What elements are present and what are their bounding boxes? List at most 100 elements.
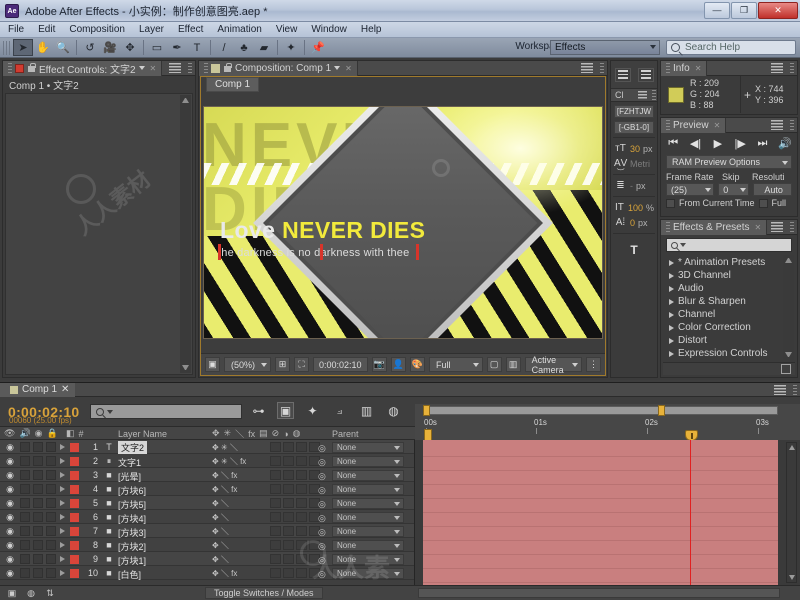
- panel-resize-grip[interactable]: [188, 63, 192, 74]
- font-size-row[interactable]: ᴛT 30 px: [611, 141, 657, 156]
- audio-toggle[interactable]: [20, 568, 30, 578]
- close-icon[interactable]: ✕: [714, 121, 721, 130]
- brush-tool-icon[interactable]: /: [214, 39, 234, 56]
- lock-toggle[interactable]: [46, 540, 56, 550]
- menu-file[interactable]: File: [8, 24, 24, 35]
- panel-resize-grip[interactable]: [790, 63, 794, 74]
- layer-label-color[interactable]: [70, 541, 79, 550]
- new-folder-icon[interactable]: [781, 364, 791, 374]
- faux-bold-icon[interactable]: T: [611, 237, 657, 263]
- info-tab[interactable]: Info ✕: [661, 60, 708, 76]
- parent-pickwhip-icon[interactable]: ◎: [318, 471, 326, 482]
- parent-select[interactable]: None: [332, 442, 404, 453]
- chevron-right-icon[interactable]: [60, 486, 65, 492]
- layer-bar[interactable]: [423, 443, 778, 457]
- panel-menu-icon[interactable]: [581, 63, 593, 73]
- scroll-up-icon[interactable]: [182, 97, 189, 103]
- puppet-pin-tool-icon[interactable]: 📌: [308, 39, 328, 56]
- chevron-right-icon[interactable]: [60, 458, 65, 464]
- panel-resize-grip[interactable]: [600, 63, 604, 74]
- layer-bar[interactable]: [423, 457, 778, 471]
- layer-label-color[interactable]: [70, 569, 79, 578]
- layer-switch-cells[interactable]: [270, 484, 320, 494]
- parent-pickwhip-icon[interactable]: ◎: [318, 499, 326, 510]
- brainstorm-icon[interactable]: ◍: [385, 402, 402, 419]
- frame-rate-select[interactable]: (25): [666, 183, 715, 196]
- parent-select[interactable]: None: [332, 512, 404, 523]
- layer-bar[interactable]: [423, 569, 778, 583]
- audio-toggle[interactable]: [20, 554, 30, 564]
- table-row[interactable]: ◉ 6 ■ [方块4] ✥ ＼ ◎ None: [0, 510, 414, 524]
- motion-blur-icon[interactable]: ▥: [358, 402, 375, 419]
- snapshot-button[interactable]: 📷: [371, 357, 387, 372]
- parent-select[interactable]: None: [332, 470, 404, 481]
- layer-switch-cells[interactable]: [270, 456, 320, 466]
- layer-switches[interactable]: ✥ ＼: [212, 554, 229, 565]
- channel-select-button[interactable]: 🎨: [409, 357, 425, 372]
- skip-select[interactable]: 0: [718, 183, 750, 196]
- eye-icon[interactable]: ◉: [5, 442, 15, 452]
- lock-toggle[interactable]: [46, 456, 56, 466]
- layer-bar[interactable]: [423, 527, 778, 541]
- parent-select[interactable]: None: [332, 498, 404, 509]
- lock-toggle[interactable]: [46, 526, 56, 536]
- layer-switches[interactable]: ✥ ＼: [212, 526, 229, 537]
- font-family-select[interactable]: [FZHTJW: [614, 105, 654, 118]
- chevron-right-icon[interactable]: [60, 514, 65, 520]
- kerning-row[interactable]: ≣ - px: [611, 178, 657, 193]
- layer-bar[interactable]: [423, 485, 778, 499]
- parent-pickwhip-icon[interactable]: ◎: [318, 527, 326, 538]
- zoom-select[interactable]: (50%): [224, 357, 272, 372]
- layer-switch-cells[interactable]: [270, 442, 320, 452]
- layer-bar[interactable]: [423, 499, 778, 513]
- lock-icon[interactable]: [223, 63, 232, 73]
- table-row[interactable]: ◉ 2 ⏸ 文字1 ✥ ✳ ＼ fx ◎ None: [0, 454, 414, 468]
- layer-switches[interactable]: ✥ ✳ ＼: [212, 442, 238, 453]
- rotation-tool-icon[interactable]: ↺: [80, 39, 100, 56]
- list-item[interactable]: 3D Channel: [665, 269, 782, 282]
- eye-icon[interactable]: ◉: [5, 498, 15, 508]
- last-frame-button[interactable]: ⏭: [755, 136, 770, 150]
- draft-3d-icon[interactable]: ▣: [277, 402, 294, 419]
- timeline-graph[interactable]: [415, 440, 800, 585]
- work-area-end-handle[interactable]: [658, 405, 665, 416]
- pen-tool-icon[interactable]: ✒: [167, 39, 187, 56]
- close-icon[interactable]: ✕: [695, 64, 702, 73]
- layer-name[interactable]: 文字2: [118, 441, 148, 454]
- timeline-tab[interactable]: Comp 1 ✕: [0, 382, 76, 397]
- panel-resize-grip[interactable]: [652, 90, 656, 101]
- toggle-viewer-button[interactable]: ▣: [205, 357, 220, 372]
- timeline-vertical-scrollbar[interactable]: [786, 442, 797, 583]
- eye-icon[interactable]: ◉: [5, 456, 15, 466]
- from-current-time-checkbox[interactable]: [666, 198, 675, 208]
- solo-toggle[interactable]: [33, 442, 43, 452]
- panel-resize-grip[interactable]: [793, 385, 797, 396]
- table-row[interactable]: ◉ 5 ■ [方块5] ✥ ＼ ◎ None: [0, 496, 414, 510]
- solo-toggle[interactable]: [33, 484, 43, 494]
- eye-icon[interactable]: ◉: [5, 540, 15, 550]
- scroll-up-icon[interactable]: [789, 445, 795, 450]
- lock-toggle[interactable]: [46, 442, 56, 452]
- eye-icon[interactable]: ◉: [5, 512, 15, 522]
- panel-menu-icon[interactable]: [771, 222, 783, 232]
- effect-controls-scrollbar[interactable]: [180, 95, 191, 373]
- chevron-right-icon[interactable]: [60, 500, 65, 506]
- close-icon[interactable]: ✕: [755, 223, 762, 232]
- previous-frame-button[interactable]: ◀|: [688, 136, 703, 150]
- list-item[interactable]: Distort: [665, 334, 782, 347]
- parent-select[interactable]: None: [332, 456, 404, 467]
- parent-select[interactable]: None: [332, 540, 404, 551]
- preview-resolution-select[interactable]: Auto: [753, 183, 792, 196]
- timeline-horizontal-scrollbar[interactable]: [418, 588, 780, 598]
- chevron-right-icon[interactable]: [60, 444, 65, 450]
- clone-stamp-tool-icon[interactable]: ♣: [234, 39, 254, 56]
- work-area-track[interactable]: [424, 406, 778, 415]
- maximize-button[interactable]: ❐: [731, 2, 757, 19]
- menu-view[interactable]: View: [276, 24, 298, 35]
- audio-toggle[interactable]: [20, 470, 30, 480]
- ram-preview-options-select[interactable]: RAM Preview Options: [666, 155, 792, 169]
- layer-label-color[interactable]: [70, 457, 79, 466]
- scroll-up-icon[interactable]: [785, 257, 792, 263]
- parent-pickwhip-icon[interactable]: ◎: [318, 443, 326, 454]
- layer-switch-cells[interactable]: [270, 470, 320, 480]
